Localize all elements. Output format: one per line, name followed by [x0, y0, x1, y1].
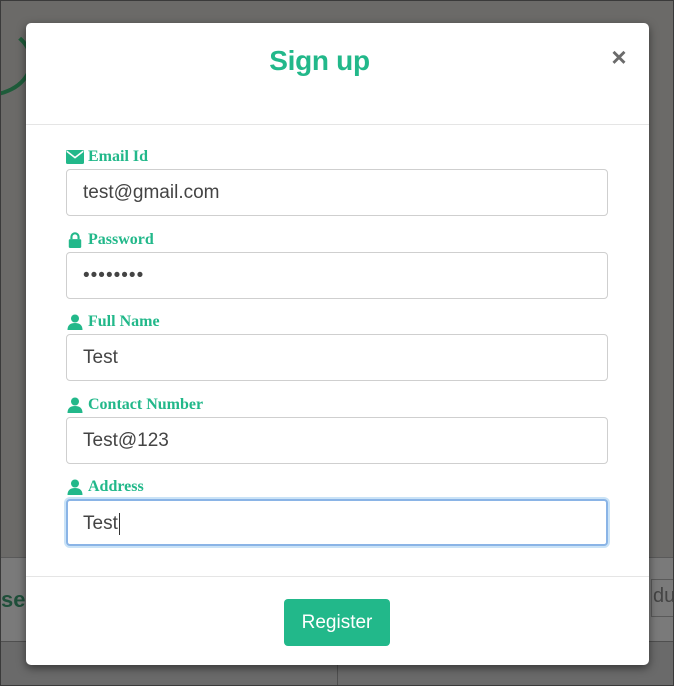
close-button[interactable]: × [609, 44, 629, 70]
signup-form: Email Id test@gmail.com Password •••••••… [66, 145, 608, 558]
signup-modal: Sign up × Email Id test@gmail.com Passwo [26, 23, 649, 665]
user-icon [67, 397, 83, 413]
full-name-field-group: Full Name Test [66, 310, 608, 393]
full-name-input[interactable]: Test [66, 334, 608, 381]
email-field-group: Email Id test@gmail.com [66, 145, 608, 228]
envelope-icon [66, 150, 84, 164]
modal-header: Sign up × [26, 23, 649, 125]
full-name-label-text: Full Name [88, 313, 160, 330]
address-field-group: Address Test [66, 475, 608, 558]
contact-number-input[interactable]: Test@123 [66, 416, 608, 464]
background-left-text: se [1, 587, 26, 612]
contact-number-field-group: Contact Number Test@123 [66, 393, 608, 476]
password-label: Password [66, 228, 608, 252]
register-button[interactable]: Register [284, 599, 390, 646]
modal-title: Sign up [269, 45, 370, 76]
address-input[interactable]: Test [66, 499, 608, 546]
email-label-text: Email Id [88, 148, 149, 165]
background-right-text: du [653, 585, 674, 607]
lock-icon [68, 231, 82, 248]
email-input[interactable]: test@gmail.com [66, 169, 608, 216]
password-field-group: Password •••••••• [66, 228, 608, 311]
email-label: Email Id [66, 145, 608, 169]
modal-footer: Register [26, 576, 649, 665]
password-input[interactable]: •••••••• [66, 251, 608, 299]
address-label: Address [66, 475, 608, 499]
contact-number-label: Contact Number [66, 393, 608, 417]
password-label-text: Password [88, 230, 154, 248]
address-label-text: Address [88, 478, 144, 495]
text-caret [118, 512, 120, 535]
user-icon [67, 479, 83, 495]
full-name-label: Full Name [66, 310, 608, 334]
address-input-value: Test [83, 513, 118, 534]
user-icon [67, 314, 83, 330]
contact-number-label-text: Contact Number [88, 395, 204, 413]
